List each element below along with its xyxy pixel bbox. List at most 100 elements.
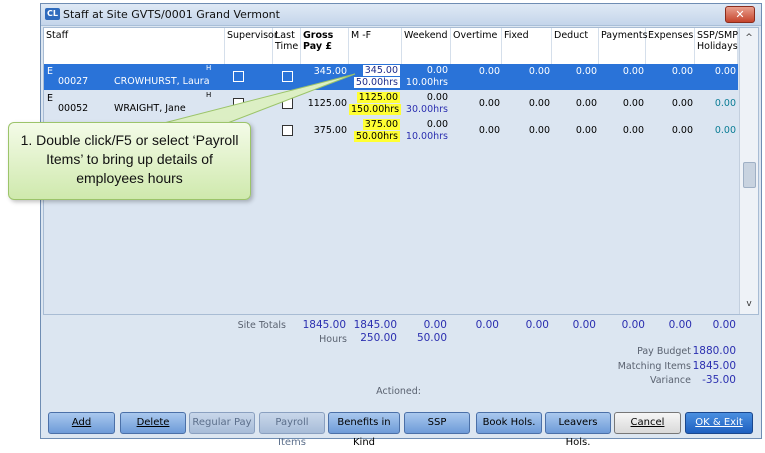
col-header-expenses[interactable]: Expenses [646, 28, 695, 64]
title-bar: CL Staff at Site GVTS/0001 Grand Vermont… [41, 4, 761, 26]
mf-hours: 50.00hrs [353, 77, 400, 88]
vertical-scrollbar[interactable]: ^ v [739, 28, 758, 314]
scroll-thumb[interactable] [743, 162, 756, 188]
total-overtime: 0.00 [475, 319, 499, 331]
variance-value: -35.00 [702, 374, 736, 386]
expenses-value: 0.00 [671, 66, 693, 77]
fixed-value: 0.00 [528, 98, 550, 109]
row-flag: H [206, 64, 212, 72]
app-logo-icon: CL [45, 8, 60, 20]
regular-pay-button[interactable]: Regular Pay [189, 412, 255, 434]
benefits-in-kind-button[interactable]: Benefits in Kind [328, 412, 400, 448]
pay-budget-value: 1880.00 [692, 345, 736, 357]
fixed-value: 0.00 [528, 66, 550, 77]
book-hols-button[interactable]: Book Hols. [476, 412, 542, 434]
col-header-overtime[interactable]: Overtime [451, 28, 502, 64]
weekend-hours: 30.00hrs [405, 104, 448, 115]
weekend-hours: 10.00hrs [405, 77, 448, 88]
ssp-value: 0.00 [714, 125, 736, 136]
matching-items-value: 1845.00 [692, 360, 736, 372]
total-deduct: 0.00 [572, 319, 596, 331]
instruction-callout: 1. Double click/F5 or select ‘Payroll It… [8, 122, 251, 200]
weekend-hours: 10.00hrs [405, 131, 448, 142]
payments-value: 0.00 [622, 98, 644, 109]
pay-budget-label: Pay Budget [637, 346, 691, 357]
staff-id: 00027 [58, 76, 89, 87]
gross-pay-value: 345.00 [313, 66, 347, 77]
weekend-value: 0.00 [426, 119, 448, 130]
col-header-ssp-holidays[interactable]: SSP/SMP Holidays [695, 28, 738, 64]
payroll-window: CL Staff at Site GVTS/0001 Grand Vermont… [40, 3, 762, 448]
hours-label: Hours [319, 334, 347, 345]
ssp-value: 0.00 [714, 98, 736, 109]
scroll-up-icon[interactable]: ^ [740, 30, 758, 46]
total-mf-hours: 250.00 [360, 332, 397, 344]
deduct-value: 0.00 [575, 66, 597, 77]
col-header-last-time[interactable]: Last Time [273, 28, 301, 64]
payroll-items-button[interactable]: Payroll Items [259, 412, 325, 448]
fixed-value: 0.00 [528, 125, 550, 136]
col-header-supervisor[interactable]: Supervisor [225, 28, 278, 64]
row-type: E [47, 93, 54, 104]
cancel-button[interactable]: Cancel [614, 412, 681, 434]
ssp-button[interactable]: SSP [404, 412, 470, 434]
table-row[interactable]: E H 00027 CROWHURST, Laura 345.00 345.00… [44, 64, 738, 90]
col-header-payments[interactable]: Payments [599, 28, 648, 64]
col-header-weekend[interactable]: Weekend [402, 28, 451, 64]
close-button[interactable]: ✕ [725, 6, 755, 23]
overtime-value: 0.00 [478, 98, 500, 109]
col-header-deduct[interactable]: Deduct [552, 28, 599, 64]
matching-items-label: Matching Items [617, 361, 691, 372]
overtime-value: 0.00 [478, 66, 500, 77]
payments-value: 0.00 [622, 125, 644, 136]
mf-value: 1125.00 [356, 92, 400, 103]
staff-name: WRAIGHT, Jane [114, 103, 186, 114]
mf-hours: 150.00hrs [349, 104, 402, 115]
col-header-fixed[interactable]: Fixed [502, 28, 552, 64]
total-fixed: 0.00 [525, 319, 549, 331]
deduct-value: 0.00 [575, 125, 597, 136]
row-type: E [47, 66, 54, 77]
col-header-staff[interactable]: Staff [44, 28, 225, 64]
total-weekend: 0.00 [423, 319, 447, 331]
delete-button[interactable]: Delete [120, 412, 186, 434]
total-weekend-hours: 50.00 [416, 332, 447, 344]
actioned-label: Actioned: [376, 386, 421, 397]
mf-value: 375.00 [362, 119, 400, 130]
total-mf: 1845.00 [353, 319, 397, 331]
total-expenses: 0.00 [668, 319, 692, 331]
gross-pay-value: 1125.00 [307, 98, 347, 109]
window-title: Staff at Site GVTS/0001 Grand Vermont [63, 8, 280, 21]
col-header-gross-pay[interactable]: Gross Pay £ [301, 28, 349, 64]
variance-label: Variance [649, 375, 691, 386]
staff-id: 00052 [58, 103, 89, 114]
payments-value: 0.00 [622, 66, 644, 77]
gross-pay-value: 375.00 [313, 125, 347, 136]
supervisor-checkbox[interactable] [233, 71, 244, 82]
weekend-value: 0.00 [426, 92, 448, 103]
staff-name: CROWHURST, Laura [114, 76, 210, 87]
expenses-value: 0.00 [671, 98, 693, 109]
last-time-checkbox[interactable] [282, 125, 293, 136]
last-time-checkbox[interactable] [282, 98, 293, 109]
site-totals-label: Site Totals [237, 320, 286, 331]
row-flag: H [206, 91, 212, 99]
total-gross: 1845.00 [302, 319, 346, 331]
button-bar: Add Delete Regular Pay Payroll Items Ben… [43, 412, 759, 448]
mf-value: 345.00 [362, 65, 400, 76]
expenses-value: 0.00 [671, 125, 693, 136]
supervisor-checkbox[interactable] [233, 98, 244, 109]
add-button[interactable]: Add [48, 412, 115, 434]
total-ssp: 0.00 [712, 319, 736, 331]
deduct-value: 0.00 [575, 98, 597, 109]
mf-hours: 50.00hrs [353, 131, 400, 142]
col-header-mf[interactable]: M -F [349, 28, 402, 64]
leavers-hols-button[interactable]: Leavers Hols. [545, 412, 611, 448]
last-time-checkbox[interactable] [282, 71, 293, 82]
total-payments: 0.00 [621, 319, 645, 331]
ssp-value: 0.00 [714, 66, 736, 77]
table-row[interactable]: E H 00052 WRAIGHT, Jane 1125.00 1125.00 … [44, 91, 738, 117]
scroll-down-icon[interactable]: v [740, 296, 758, 312]
weekend-value: 0.00 [426, 65, 448, 76]
ok-exit-button[interactable]: OK & Exit [685, 412, 753, 434]
